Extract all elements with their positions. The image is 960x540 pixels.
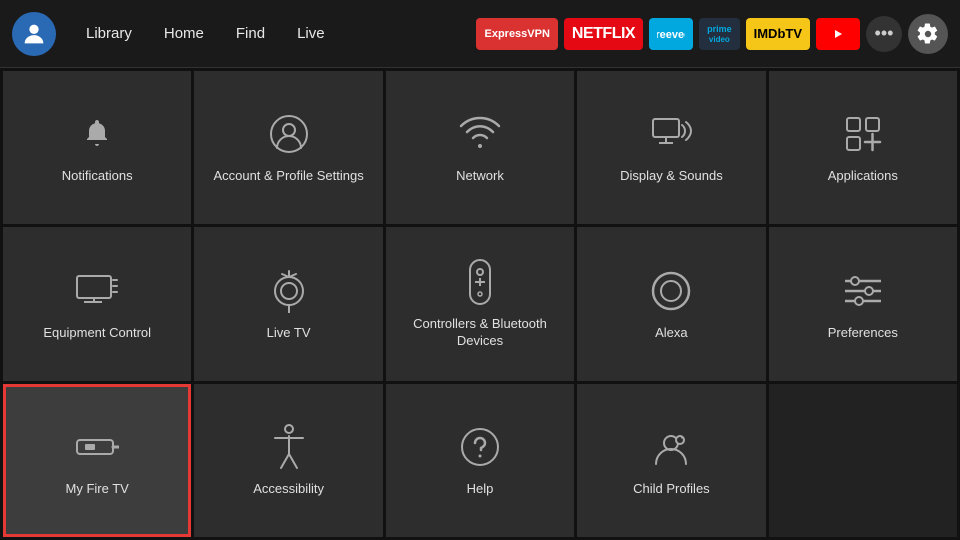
firestick-icon xyxy=(73,423,121,471)
grid-item-network[interactable]: Network xyxy=(386,71,574,224)
nav-live[interactable]: Live xyxy=(283,19,339,48)
accessibility-icon xyxy=(265,423,313,471)
avatar[interactable] xyxy=(12,12,56,56)
network-label: Network xyxy=(456,168,504,185)
antenna-icon xyxy=(265,267,313,315)
preferences-label: Preferences xyxy=(828,325,898,342)
grid-item-controllers-bluetooth[interactable]: Controllers & Bluetooth Devices xyxy=(386,227,574,380)
alexa-ring-icon xyxy=(647,267,695,315)
settings-grid: Notifications Account & Profile Settings… xyxy=(0,68,960,540)
child-profiles-label: Child Profiles xyxy=(633,481,710,498)
grid-item-child-profiles[interactable]: Child Profiles xyxy=(577,384,765,537)
grid-item-account-profile[interactable]: Account & Profile Settings xyxy=(194,71,382,224)
app-youtube[interactable] xyxy=(816,18,860,50)
grid-item-empty xyxy=(769,384,957,537)
monitor-sound-icon xyxy=(647,110,695,158)
nav-links: Library Home Find Live xyxy=(72,19,339,48)
tv-screen-icon xyxy=(73,267,121,315)
top-nav: Library Home Find Live ExpressVPN NETFLI… xyxy=(0,0,960,68)
remote-icon xyxy=(456,258,504,306)
grid-plus-icon xyxy=(839,110,887,158)
app-expressvpn[interactable]: ExpressVPN xyxy=(476,18,557,50)
sliders-icon xyxy=(839,267,887,315)
live-tv-label: Live TV xyxy=(267,325,311,342)
grid-item-accessibility[interactable]: Accessibility xyxy=(194,384,382,537)
my-fire-tv-label: My Fire TV xyxy=(66,481,129,498)
child-profile-icon xyxy=(647,423,695,471)
bell-icon xyxy=(73,110,121,158)
nav-library[interactable]: Library xyxy=(72,19,146,48)
notifications-label: Notifications xyxy=(62,168,133,185)
applications-label: Applications xyxy=(828,168,898,185)
nav-home[interactable]: Home xyxy=(150,19,218,48)
controllers-bluetooth-label: Controllers & Bluetooth Devices xyxy=(396,316,564,350)
app-imdb[interactable]: IMDbTV xyxy=(746,18,810,50)
wifi-icon xyxy=(456,110,504,158)
svg-text:freevee: freevee xyxy=(657,29,685,41)
grid-item-live-tv[interactable]: Live TV xyxy=(194,227,382,380)
nav-find[interactable]: Find xyxy=(222,19,279,48)
grid-item-my-fire-tv[interactable]: My Fire TV xyxy=(3,384,191,537)
question-circle-icon xyxy=(456,423,504,471)
grid-item-equipment-control[interactable]: Equipment Control xyxy=(3,227,191,380)
help-label: Help xyxy=(467,481,494,498)
more-button[interactable]: ••• xyxy=(866,16,902,52)
account-profile-label: Account & Profile Settings xyxy=(213,168,363,185)
grid-item-notifications[interactable]: Notifications xyxy=(3,71,191,224)
accessibility-label: Accessibility xyxy=(253,481,324,498)
grid-item-display-sounds[interactable]: Display & Sounds xyxy=(577,71,765,224)
alexa-label: Alexa xyxy=(655,325,688,342)
nav-apps: ExpressVPN NETFLIX freevee prime video I… xyxy=(476,14,948,54)
grid-item-alexa[interactable]: Alexa xyxy=(577,227,765,380)
app-freevee[interactable]: freevee xyxy=(649,18,693,50)
grid-item-preferences[interactable]: Preferences xyxy=(769,227,957,380)
app-netflix[interactable]: NETFLIX xyxy=(564,18,643,50)
person-circle-icon xyxy=(265,110,313,158)
display-sounds-label: Display & Sounds xyxy=(620,168,723,185)
app-prime[interactable]: prime video xyxy=(699,18,740,50)
equipment-control-label: Equipment Control xyxy=(43,325,151,342)
grid-item-help[interactable]: Help xyxy=(386,384,574,537)
grid-item-applications[interactable]: Applications xyxy=(769,71,957,224)
settings-button[interactable] xyxy=(908,14,948,54)
